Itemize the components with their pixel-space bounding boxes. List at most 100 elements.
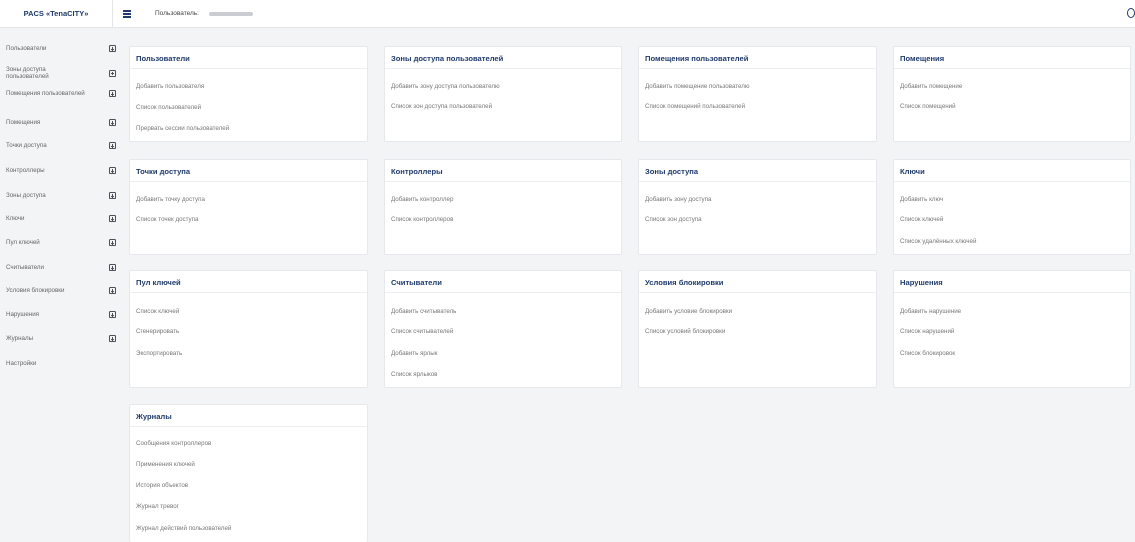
card-link[interactable]: Список считывателей <box>391 328 453 335</box>
expand-plus-icon[interactable] <box>109 69 116 77</box>
card-title: Считыватели <box>385 271 621 293</box>
card-link[interactable]: Список условий блокировки <box>645 328 725 335</box>
expand-plus-icon[interactable] <box>109 167 116 174</box>
card-link[interactable]: Добавить ярлык <box>391 350 437 357</box>
card-link[interactable]: Список удалённых ключей <box>900 238 976 245</box>
expand-plus-icon[interactable] <box>109 45 116 52</box>
card-link[interactable]: Добавить пользователя <box>136 83 204 90</box>
user-label: Пользователь: <box>155 10 199 17</box>
divider <box>112 0 113 28</box>
card-link[interactable]: Список помещений <box>900 103 956 110</box>
card-link[interactable]: Список точек доступа <box>136 216 198 223</box>
card-link[interactable]: Список контроллеров <box>391 216 453 223</box>
card-access-zones: Зоны доступа Добавить зону доступа Списо… <box>638 159 877 255</box>
sidebar-item-keys[interactable]: Ключи <box>6 215 116 222</box>
card-link[interactable]: Список зон доступа <box>645 216 702 223</box>
card-link[interactable]: Журнал действий пользователей <box>136 525 231 532</box>
card-link[interactable]: Добавить условие блокировки <box>645 308 732 315</box>
card-rooms: Помещения Добавить помещение Список поме… <box>893 46 1131 142</box>
sidebar-item-label: Настройки <box>6 360 37 367</box>
sidebar-item-key-pool[interactable]: Пул ключей <box>6 239 116 246</box>
card-link[interactable]: Добавить контроллер <box>391 196 453 203</box>
sidebar-item-label: Точки доступа <box>6 142 47 149</box>
expand-plus-icon[interactable] <box>109 335 116 342</box>
sidebar-item-label: Помещения пользователей <box>6 90 85 97</box>
card-title: Помещения <box>894 47 1130 69</box>
card-title: Условия блокировки <box>639 271 876 293</box>
hamburger-icon <box>123 10 131 12</box>
card-journals: Журналы Сообщения контроллеров Применени… <box>129 404 368 542</box>
sidebar-item-user-rooms[interactable]: Помещения пользователей <box>6 90 116 97</box>
card-link[interactable]: Список пользователей <box>136 104 201 111</box>
card-link[interactable]: История объектов <box>136 482 188 489</box>
sidebar-item-label: Журналы <box>6 335 34 342</box>
expand-plus-icon[interactable] <box>109 287 116 294</box>
card-link[interactable]: Добавить считыватель <box>391 308 456 315</box>
card-link[interactable]: Добавить помещение <box>900 83 962 90</box>
sidebar-item-journals[interactable]: Журналы <box>6 335 116 342</box>
card-link[interactable]: Список зон доступа пользователей <box>391 103 492 110</box>
sidebar-item-access-zones[interactable]: Зоны доступа <box>6 192 116 199</box>
card-keys: Ключи Добавить ключ Список ключей Список… <box>893 159 1131 255</box>
top-bar: PACS «TenaCITY» Пользователь: <box>0 0 1135 28</box>
card-link[interactable]: Список блокировок <box>900 350 955 357</box>
card-violations: Нарушения Добавить нарушение Список нару… <box>893 270 1131 388</box>
expand-plus-icon[interactable] <box>109 90 116 97</box>
card-key-pool: Пул ключей Список ключей Сгенерировать Э… <box>129 270 368 388</box>
sidebar-item-label: Помещения <box>6 119 41 126</box>
card-link[interactable]: Сгенерировать <box>136 328 179 335</box>
sidebar-item-controllers[interactable]: Контроллеры <box>6 167 116 174</box>
sidebar-item-users[interactable]: Пользователи <box>6 45 116 52</box>
card-link[interactable]: Экспортировать <box>136 350 182 357</box>
card-link[interactable]: Список помещений пользователей <box>645 103 745 110</box>
expand-plus-icon[interactable] <box>109 142 116 149</box>
hamburger-icon <box>123 16 131 18</box>
card-link[interactable]: Список нарушений <box>900 328 954 335</box>
sidebar-item-label: Ключи <box>6 215 25 222</box>
card-link[interactable]: Добавить точку доступа <box>136 196 205 203</box>
card-link[interactable]: Добавить зону доступа <box>645 196 711 203</box>
card-link[interactable]: Добавить ключ <box>900 196 943 203</box>
sidebar-item-settings[interactable]: Настройки <box>6 360 116 367</box>
card-user-rooms: Помещения пользователей Добавить помещен… <box>638 46 877 142</box>
card-link[interactable]: Добавить зону доступа пользователю <box>391 83 500 90</box>
app-brand[interactable]: PACS «TenaCITY» <box>0 0 112 28</box>
card-link[interactable]: Журнал тревог <box>136 503 179 510</box>
card-controllers: Контроллеры Добавить контроллер Список к… <box>384 159 622 255</box>
card-title: Пул ключей <box>130 271 367 293</box>
sidebar-item-lock-conditions[interactable]: Условия блокировки <box>6 287 116 294</box>
sidebar-item-violations[interactable]: Нарушения <box>6 311 116 318</box>
sidebar-item-user-access-zones[interactable]: Зоны доступа пользователей <box>6 66 116 80</box>
card-link[interactable]: Список ключей <box>900 216 943 223</box>
card-title: Точки доступа <box>130 160 367 182</box>
card-link[interactable]: Список ярлыков <box>391 371 437 378</box>
expand-plus-icon[interactable] <box>109 311 116 318</box>
sidebar-item-label: Считыватели <box>6 264 44 271</box>
card-title: Зоны доступа пользователей <box>385 47 621 69</box>
sidebar-item-readers[interactable]: Считыватели <box>6 264 116 271</box>
card-readers: Считыватели Добавить считыватель Список … <box>384 270 622 388</box>
card-users: Пользователи Добавить пользователя Списо… <box>129 46 368 142</box>
card-title: Нарушения <box>894 271 1130 293</box>
card-title: Пользователи <box>130 47 367 69</box>
sidebar-item-label: Зоны доступа <box>6 192 46 199</box>
card-link[interactable]: Сообщения контроллеров <box>136 440 211 447</box>
sidebar-item-label: Нарушения <box>6 311 40 318</box>
card-link[interactable]: Добавить нарушение <box>900 308 961 315</box>
expand-plus-icon[interactable] <box>109 264 116 271</box>
card-link[interactable]: Список ключей <box>136 308 179 315</box>
card-link[interactable]: Прервать сессии пользователей <box>136 125 229 132</box>
card-link[interactable]: Добавить помещение пользователю <box>645 83 750 90</box>
hamburger-icon <box>123 13 131 15</box>
menu-toggle-button[interactable] <box>120 7 134 21</box>
sidebar-item-rooms[interactable]: Помещения <box>6 119 116 126</box>
sidebar: Пользователи Зоны доступа пользователей … <box>0 28 122 542</box>
sidebar-item-access-points[interactable]: Точки доступа <box>6 142 116 149</box>
expand-plus-icon[interactable] <box>109 239 116 246</box>
expand-plus-icon[interactable] <box>109 119 116 126</box>
sidebar-item-label: Зоны доступа пользователей <box>6 66 49 80</box>
expand-plus-icon[interactable] <box>109 192 116 199</box>
expand-plus-icon[interactable] <box>109 215 116 222</box>
power-icon[interactable] <box>1127 8 1135 18</box>
card-link[interactable]: Применения ключей <box>136 461 195 468</box>
